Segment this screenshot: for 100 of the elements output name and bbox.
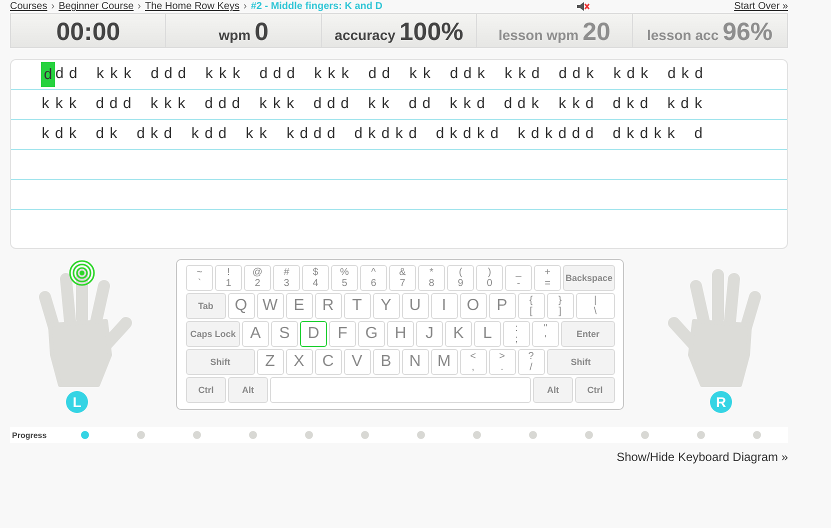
keyboard-key: E [286,293,312,319]
stat-value: 00:00 [56,18,120,47]
keyboard-key: Shift [186,349,254,375]
lesson-text: kdk dk dkd kdd kk kddd dkdkd dkdkd kdkddd dkdkk d [41,126,708,143]
keyboard-key: P [488,293,516,319]
keyboard-key: Ctrl [575,377,615,403]
key-symbol: [ [530,306,532,317]
keyboard-key: X [286,349,312,375]
stat-label: wpm [218,27,251,43]
key-symbol: ^ [371,267,376,278]
keyboard-key: N [402,349,428,375]
key-symbol: 7 [400,278,406,289]
lesson-text: kkk ddd kkk ddd kkk ddd kk dd kkd ddk kkd dkd kdk [41,96,708,113]
keyboard-key: L [474,321,501,347]
keyboard-key: Enter [561,321,615,347]
start-over-link[interactable]: Start Over » [734,1,788,12]
key-symbol: ! [227,267,230,278]
key-symbol: 5 [342,278,348,289]
lesson-text: dd kkk ddd kkk ddd kkk dd kk ddk kkd ddk kdk dkd [55,66,708,83]
key-symbol: 0 [486,278,492,289]
keyboard-toggle-link[interactable]: Show/Hide Keyboard Diagram » [616,450,788,464]
keyboard-key: Backspace [563,265,615,291]
key-symbol: * [430,267,434,278]
keyboard-key: Alt [533,377,573,403]
key-symbol: + [544,267,550,278]
keyboard-key: G [358,321,385,347]
key-symbol: ` [198,278,202,289]
keyboard-key: I [430,293,458,319]
key-symbol: ] [558,306,562,317]
key-symbol: & [399,267,406,278]
key-symbol: ; [515,334,518,345]
keyboard-key: W [256,293,284,319]
key-symbol: | [594,295,597,306]
key-symbol: " [544,323,548,334]
stat-label: lesson wpm [498,27,579,43]
key-symbol: _ [516,267,522,278]
breadcrumb-link[interactable]: The Home Row Keys [144,1,240,12]
keyboard-key: O [460,293,486,319]
keyboard-key: V [344,349,370,375]
keyboard-key: Tab [186,293,226,319]
keyboard-key: Y [372,293,400,319]
stat-label: lesson acc [647,27,719,43]
keyboard-key: C [314,349,342,375]
breadcrumb-separator: › [243,1,247,12]
stat-value: 0 [254,18,268,47]
key-symbol: ? [528,351,534,362]
keyboard-key: F [329,321,356,347]
hand-label: L [66,391,88,413]
key-symbol: 8 [428,278,434,289]
key-symbol: \ [594,306,597,317]
breadcrumb-link[interactable]: Courses [10,1,48,12]
keyboard-key: Caps Lock [186,321,240,347]
key-symbol: < [470,351,476,362]
key-symbol: % [340,267,349,278]
key-symbol: 9 [458,278,464,289]
breadcrumb-separator: › [51,1,55,12]
keyboard-key: Q [228,293,254,319]
cursor-character: d [41,62,55,87]
keyboard-key: T [344,293,370,319]
key-symbol: 2 [254,278,260,289]
progress-label: Progress [11,430,48,440]
key-symbol: : [515,323,518,334]
keyboard-key: K [445,321,472,347]
key-symbol: / [530,362,532,373]
breadcrumb-current: #2 - Middle fingers: K and D [250,1,382,12]
breadcrumb-separator: › [138,1,141,12]
typing-area[interactable]: d dd kkk ddd kkk ddd kkk dd kk ddk kkd ddk kdk dkd kkk ddd kkk ddd kkk ddd kk dd kkd ddk kkd dkd kdk kdk dk dkd kdd kk kddd dkdkd dkdkd kdkddd dkdkk d [10,59,788,249]
key-symbol: } [558,295,562,306]
stat-label: accuracy [334,27,396,43]
breadcrumb-link[interactable]: Beginner Course [58,1,134,12]
key-symbol: $ [312,267,318,278]
key-symbol: { [529,295,533,306]
key-symbol: 6 [370,278,376,289]
key-symbol: ~ [196,267,202,278]
keyboard-key: D [300,321,327,347]
keyboard-key: Alt [228,377,268,403]
hand-label: R [710,391,732,413]
key-symbol: # [284,267,290,278]
keyboard-key: R [314,293,342,319]
keyboard-key: Shift [546,349,615,375]
key-symbol: 3 [284,278,290,289]
keyboard-key: B [372,349,400,375]
keyboard-key: H [387,321,414,347]
key-symbol: - [516,278,520,289]
key-symbol: ( [458,267,462,278]
key-symbol: ) [488,267,492,278]
key-symbol: 4 [312,278,318,289]
stat-value: 100% [399,18,464,47]
keyboard-key: Z [256,349,284,375]
muted-speaker-icon[interactable] [576,1,590,12]
key-symbol: ' [544,334,546,345]
keyboard-key: M [430,349,458,375]
key-symbol: . [500,362,504,373]
stat-value: 96% [722,18,773,47]
keyboard-key: S [271,321,298,347]
key-symbol: > [499,351,505,362]
key-symbol: 1 [226,278,232,289]
key-symbol: @ [252,267,263,278]
keyboard-key: A [242,321,269,347]
keyboard-key: U [402,293,428,319]
